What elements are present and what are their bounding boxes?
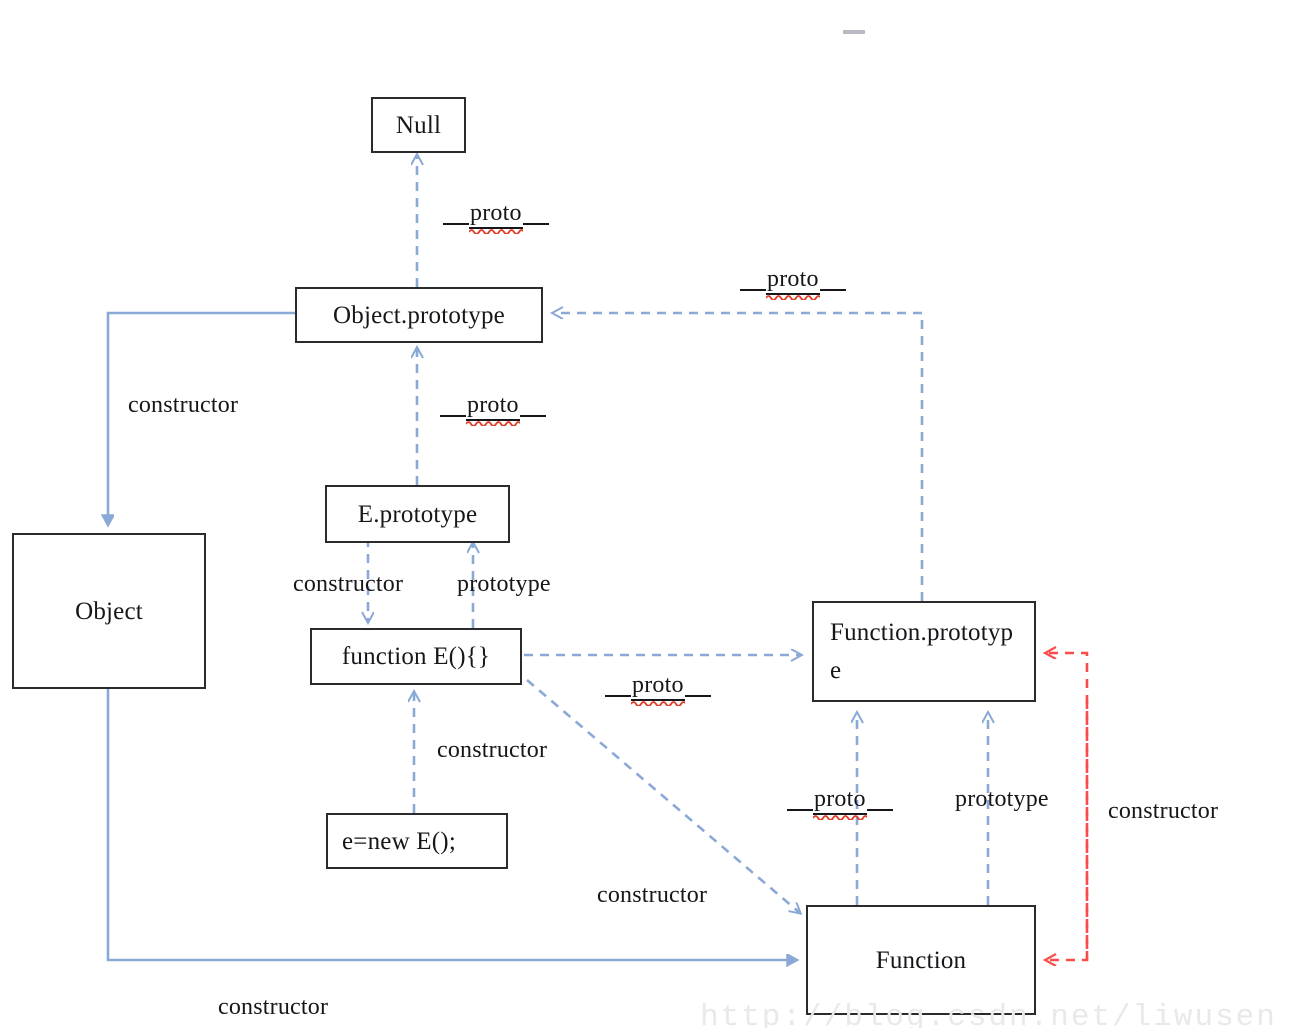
node-function-e[interactable]: function E(){}	[310, 628, 522, 685]
label-prototype-functione-eprototype: prototype	[457, 571, 551, 597]
edge-functione-to-function	[526, 679, 800, 913]
node-function-prototype-label: Function.prototype	[830, 619, 1014, 684]
proto-label-null: proto	[443, 200, 549, 234]
label-constructor-einstance-functione: constructor	[437, 737, 548, 763]
spellcheck-squiggle-icon	[631, 700, 685, 706]
watermark: http://blog.csdn.net/liwusen	[700, 1000, 1277, 1028]
node-function-e-label: function E(){}	[341, 643, 491, 670]
proto-word: proto	[466, 392, 520, 426]
proto-label-function-functionprototype: proto	[787, 786, 893, 820]
node-function-prototype[interactable]: Function.prototype	[812, 601, 1036, 702]
node-object-label: Object	[75, 597, 143, 625]
label-constructor-red-loop: constructor	[1108, 798, 1219, 824]
proto-label-functionprototype-objectprototype: proto	[740, 266, 846, 300]
spellcheck-squiggle-icon	[813, 814, 867, 820]
node-null[interactable]: Null	[371, 97, 466, 153]
edge-red-constructor-to-functionprototype	[1046, 653, 1089, 960]
proto-word: proto	[813, 786, 867, 820]
node-e-instance[interactable]: e=new E();	[326, 813, 508, 869]
proto-label-functione-functionprototype: proto	[605, 672, 711, 706]
node-function-label: Function	[875, 946, 967, 974]
top-dash-mark	[843, 30, 865, 34]
label-prototype-function-functionprototype: prototype	[955, 786, 1049, 812]
node-e-prototype-label: E.prototype	[357, 500, 478, 528]
edge-objectprototype-to-object	[108, 311, 295, 525]
proto-underscore-left	[440, 415, 466, 417]
label-constructor-object-function: constructor	[218, 994, 329, 1020]
proto-underscore-right	[522, 223, 549, 225]
label-constructor-functione-function: constructor	[597, 882, 708, 908]
spellcheck-squiggle-icon	[466, 420, 520, 426]
node-object-prototype[interactable]: Object.prototype	[295, 287, 543, 343]
label-constructor-eprototype-functione: constructor	[293, 571, 404, 597]
proto-underscore-right	[819, 289, 846, 291]
edge-layer	[0, 0, 1089, 1028]
proto-underscore-left	[443, 223, 469, 225]
proto-word: proto	[469, 200, 523, 234]
node-function[interactable]: Function	[806, 905, 1036, 1015]
spellcheck-squiggle-icon	[469, 228, 523, 234]
proto-underscore-left	[740, 289, 766, 291]
proto-underscore-right	[684, 695, 711, 697]
spellcheck-squiggle-icon	[766, 294, 820, 300]
proto-label-eprototype-objectprototype: proto	[440, 392, 546, 426]
proto-word: proto	[631, 672, 685, 706]
label-constructor-objectprototype-object: constructor	[128, 392, 239, 418]
node-object[interactable]: Object	[12, 533, 206, 689]
edge-functionprototype-to-objectprototype	[553, 313, 924, 601]
proto-underscore-left	[605, 695, 631, 697]
node-e-instance-label: e=new E();	[342, 827, 456, 855]
node-object-prototype-label: Object.prototype	[333, 301, 505, 329]
proto-underscore-right	[866, 809, 893, 811]
diagram-canvas: Null Object.prototype Object E.prototype…	[0, 0, 1292, 1028]
node-e-prototype[interactable]: E.prototype	[325, 485, 510, 543]
proto-underscore-left	[787, 809, 813, 811]
node-null-label: Null	[395, 111, 442, 139]
proto-underscore-right	[519, 415, 546, 417]
proto-word: proto	[766, 266, 820, 300]
edge-red-constructor-to-function	[1046, 700, 1089, 960]
